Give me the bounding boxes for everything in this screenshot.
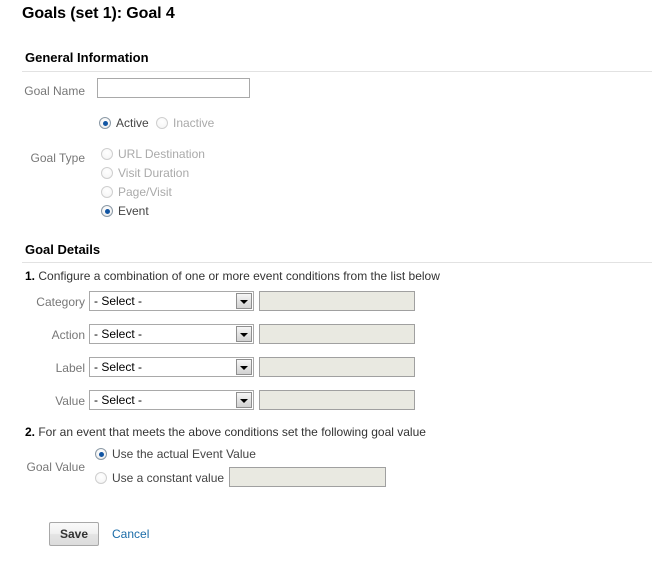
condition-select-label-value: - Select - <box>94 360 143 374</box>
radio-inactive-icon[interactable] <box>156 117 168 129</box>
constant-value-input[interactable] <box>229 467 386 487</box>
condition-label-action: Action <box>51 328 85 342</box>
step-1-text: Configure a combination of one or more e… <box>35 269 440 283</box>
divider-details <box>22 262 652 263</box>
step-2-text: For an event that meets the above condit… <box>35 425 426 439</box>
goal-name-label: Goal Name <box>24 84 85 98</box>
divider-general <box>22 71 652 72</box>
radio-page-visit-icon[interactable] <box>101 186 113 198</box>
goal-details-heading: Goal Details <box>25 242 101 257</box>
condition-select-value[interactable]: - Select - <box>89 390 254 410</box>
chevron-down-icon[interactable] <box>236 326 252 342</box>
condition-input-category[interactable] <box>259 291 415 311</box>
goal-type-label: Goal Type <box>30 151 85 165</box>
goal-type-option-event-label: Event <box>118 204 149 218</box>
condition-input-value[interactable] <box>259 390 415 410</box>
goal-type-option-visit-duration-label: Visit Duration <box>118 166 190 180</box>
goal-type-option-url-destination-label: URL Destination <box>118 147 205 161</box>
radio-url-destination-icon[interactable] <box>101 148 113 160</box>
goal-type-option-event[interactable]: Event <box>101 204 149 218</box>
status-radio-active-label: Active <box>116 116 149 130</box>
goal-type-option-page-visit-label: Page/Visit <box>118 185 172 199</box>
condition-select-category[interactable]: - Select - <box>89 291 254 311</box>
chevron-down-icon[interactable] <box>236 359 252 375</box>
goal-value-option-actual[interactable]: Use the actual Event Value <box>95 447 256 461</box>
radio-active-icon[interactable] <box>99 117 111 129</box>
condition-label-label: Label <box>55 361 85 375</box>
condition-select-label[interactable]: - Select - <box>89 357 254 377</box>
step-1-instruction: 1. Configure a combination of one or mor… <box>25 269 440 283</box>
save-button[interactable]: Save <box>49 522 99 546</box>
radio-visit-duration-icon[interactable] <box>101 167 113 179</box>
goal-type-option-visit-duration[interactable]: Visit Duration <box>101 166 189 180</box>
condition-select-value-value: - Select - <box>94 393 143 407</box>
status-radio-inactive-label: Inactive <box>173 116 215 130</box>
page-title: Goals (set 1): Goal 4 <box>22 5 175 22</box>
chevron-down-icon[interactable] <box>236 293 252 309</box>
condition-input-label[interactable] <box>259 357 415 377</box>
goal-name-input[interactable] <box>97 78 250 98</box>
radio-event-icon[interactable] <box>101 205 113 217</box>
chevron-down-icon[interactable] <box>236 392 252 408</box>
condition-label-category: Category <box>36 295 85 309</box>
goal-editor-page: Goals (set 1): Goal 4 General Informatio… <box>0 0 652 561</box>
radio-actual-event-value-icon[interactable] <box>95 448 107 460</box>
condition-input-action[interactable] <box>259 324 415 344</box>
step-2-instruction: 2. For an event that meets the above con… <box>25 425 426 439</box>
goal-value-option-actual-label: Use the actual Event Value <box>112 447 256 461</box>
goal-type-option-page-visit[interactable]: Page/Visit <box>101 185 172 199</box>
step-2-number: 2. <box>25 425 36 439</box>
goal-value-option-constant-label: Use a constant value <box>112 471 225 485</box>
step-1-number: 1. <box>25 269 36 283</box>
condition-select-action[interactable]: - Select - <box>89 324 254 344</box>
cancel-link[interactable]: Cancel <box>112 527 149 541</box>
radio-constant-value-icon[interactable] <box>95 472 107 484</box>
condition-select-category-value: - Select - <box>94 294 143 308</box>
condition-select-action-value: - Select - <box>94 327 143 341</box>
status-radio-active[interactable]: Active <box>99 116 149 130</box>
goal-value-option-constant[interactable]: Use a constant value <box>95 471 224 485</box>
condition-label-value: Value <box>55 394 85 408</box>
goal-value-label: Goal Value <box>26 460 85 474</box>
status-radio-inactive[interactable]: Inactive <box>156 116 214 130</box>
goal-type-option-url-destination[interactable]: URL Destination <box>101 147 205 161</box>
general-information-heading: General Information <box>25 50 149 65</box>
